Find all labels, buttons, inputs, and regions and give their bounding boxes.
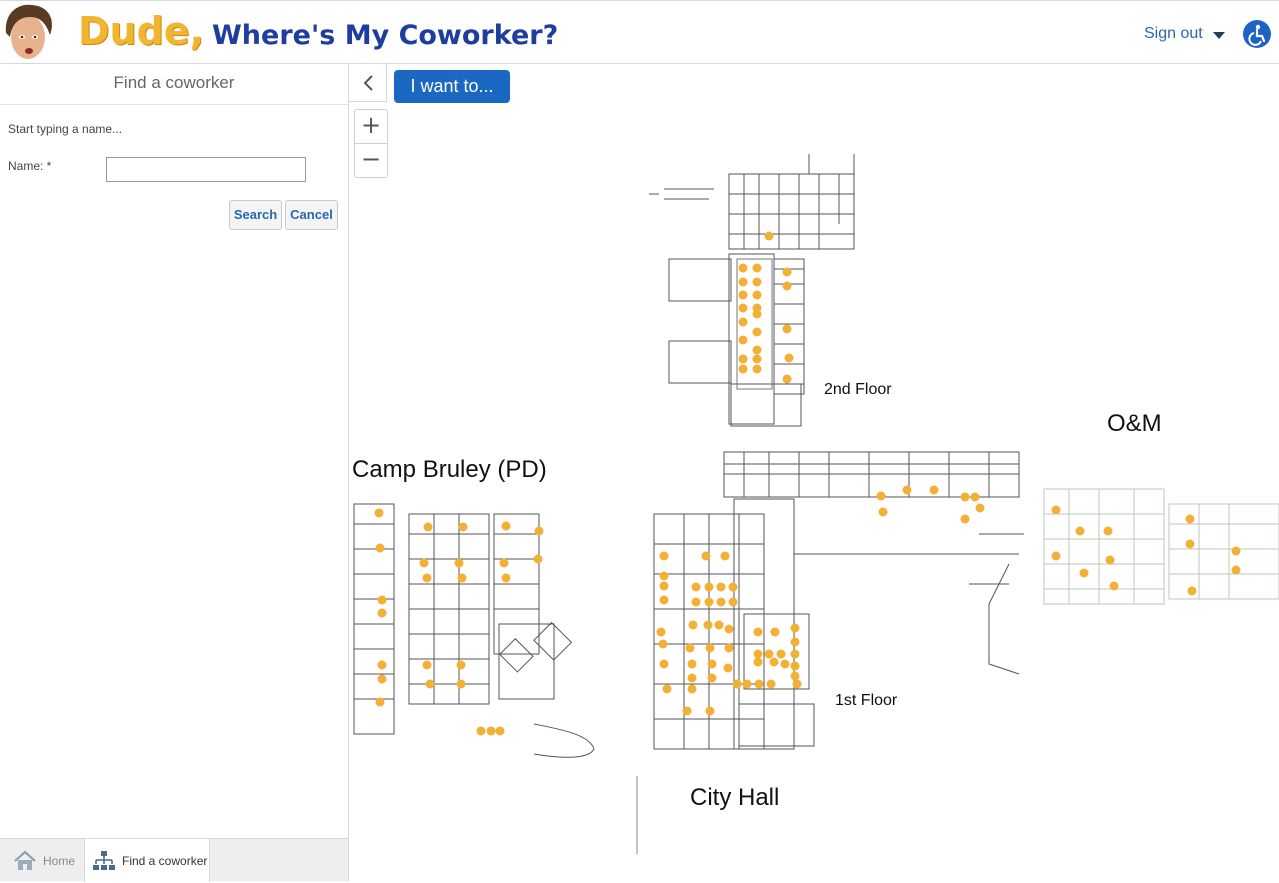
tab-find-coworker[interactable]: Find a coworker bbox=[84, 839, 210, 882]
name-label: Name: * bbox=[8, 159, 52, 173]
chevron-left-icon bbox=[363, 75, 373, 91]
om-plan bbox=[1043, 488, 1279, 605]
map-view[interactable]: 2nd Floor O&M Camp Bruley (PD) 1st Floor… bbox=[349, 64, 1279, 881]
tab-home[interactable]: Home bbox=[0, 839, 84, 882]
camp-bruley-plan bbox=[353, 503, 595, 758]
accessibility-icon[interactable] bbox=[1243, 20, 1271, 48]
search-hint: Start typing a name... bbox=[8, 122, 123, 136]
label-city-hall: City Hall bbox=[690, 784, 780, 811]
zoom-in-button[interactable]: + bbox=[355, 110, 387, 144]
logo-dude-text: Dude, bbox=[78, 9, 205, 53]
collapse-panel-button[interactable] bbox=[349, 64, 387, 102]
logo-title-text: Where's My Coworker? bbox=[212, 20, 559, 51]
cancel-button[interactable]: Cancel bbox=[285, 200, 338, 230]
i-want-to-button[interactable]: I want to... bbox=[394, 70, 510, 103]
label-camp-bruley: Camp Bruley (PD) bbox=[352, 456, 547, 483]
zoom-control: + − bbox=[354, 109, 388, 178]
label-1st-floor: 1st Floor bbox=[835, 692, 898, 709]
avatar bbox=[0, 3, 56, 63]
bottom-tab-bar: Home Find a coworker bbox=[0, 838, 348, 882]
home-icon bbox=[14, 850, 36, 870]
sign-out-link[interactable]: Sign out bbox=[1144, 25, 1203, 43]
search-button[interactable]: Search bbox=[229, 200, 282, 230]
name-input[interactable] bbox=[106, 157, 306, 182]
panel-title: Find a coworker bbox=[0, 64, 348, 105]
zoom-out-button[interactable]: − bbox=[355, 144, 387, 177]
label-2nd-floor: 2nd Floor bbox=[824, 381, 892, 398]
label-om: O&M bbox=[1107, 410, 1162, 437]
org-chart-icon bbox=[93, 851, 115, 870]
tab-find-label: Find a coworker bbox=[122, 854, 208, 868]
find-coworker-panel: Find a coworker Start typing a name... N… bbox=[0, 64, 349, 882]
app-header: Dude, Where's My Coworker? Sign out bbox=[0, 0, 1279, 64]
tab-home-label: Home bbox=[43, 854, 76, 868]
chevron-down-icon[interactable] bbox=[1213, 32, 1225, 39]
app-logo: Dude, Where's My Coworker? bbox=[78, 9, 558, 53]
